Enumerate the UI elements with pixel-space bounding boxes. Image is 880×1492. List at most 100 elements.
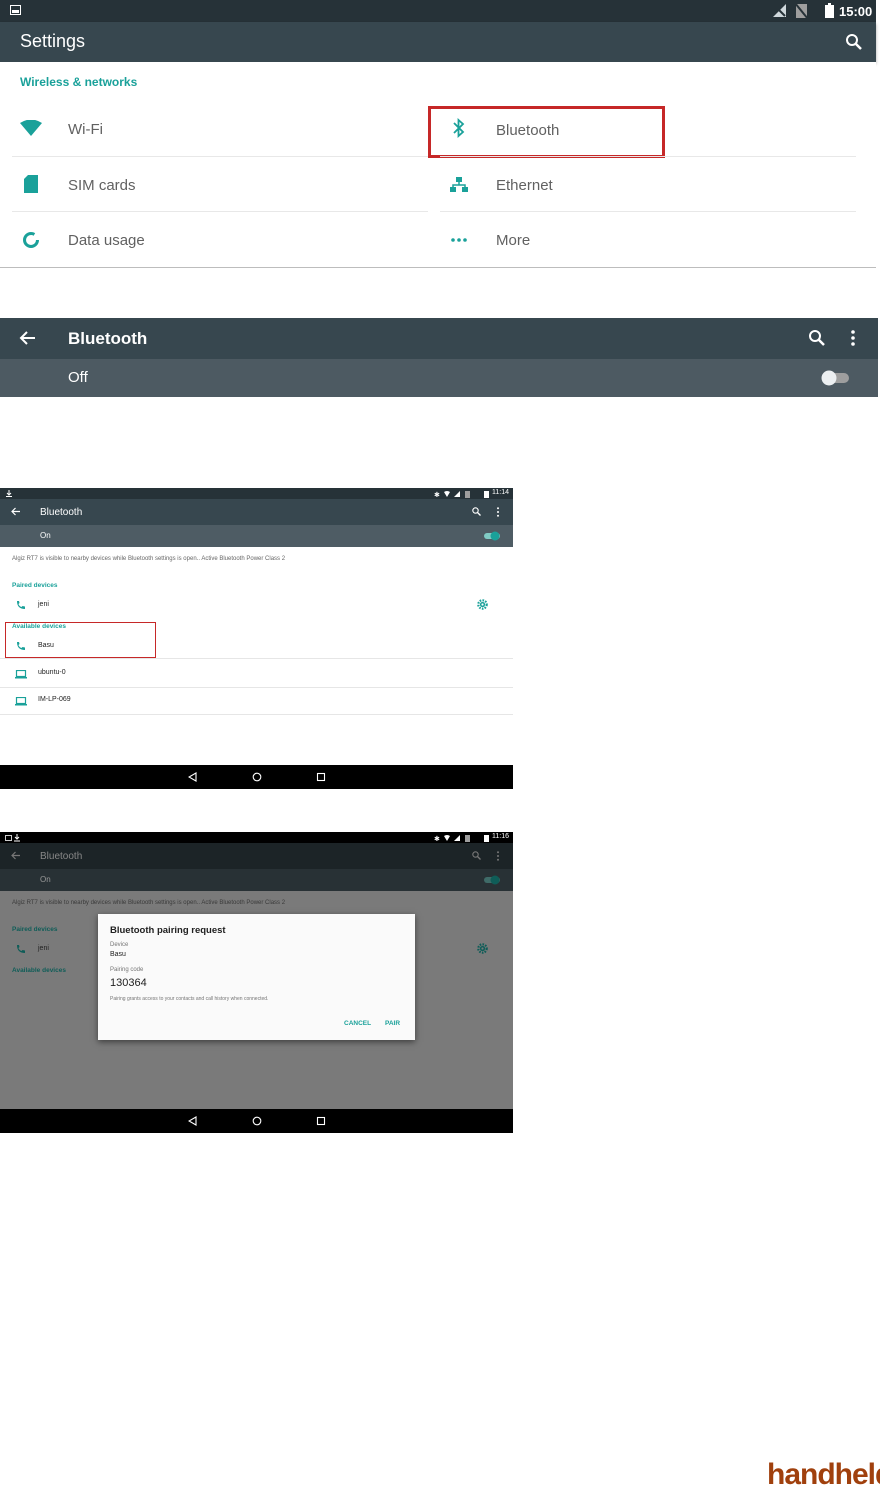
battery-icon: [825, 3, 834, 18]
status-time: 15:00: [839, 4, 873, 19]
page-title: Bluetooth: [40, 851, 83, 862]
gear-icon: [477, 943, 488, 954]
data-usage-icon: [23, 232, 39, 248]
overflow-menu-icon[interactable]: [850, 330, 856, 346]
phone-icon: [17, 945, 25, 953]
tile-ethernet[interactable]: Ethernet: [440, 160, 856, 212]
divider: [440, 156, 856, 157]
divider: [0, 267, 876, 268]
visibility-text: Algiz RT7 is visible to nearby devices w…: [12, 900, 286, 906]
device-name: jeni: [38, 945, 49, 952]
available-device-row[interactable]: ubuntu-0: [0, 662, 513, 686]
divider: [12, 156, 428, 157]
divider: [440, 211, 856, 212]
ethernet-icon: [450, 177, 468, 192]
pairing-note: Pairing grants access to your contacts a…: [110, 996, 269, 1002]
dialog-title: Bluetooth pairing request: [110, 925, 226, 936]
screenshot-notification-icon: [10, 5, 21, 15]
device-name: IM-LP-069: [38, 696, 71, 703]
overflow-menu-icon[interactable]: [496, 507, 500, 517]
laptop-icon: [15, 697, 27, 706]
recents-nav-icon[interactable]: [316, 772, 326, 782]
available-devices-header: Available devices: [12, 967, 66, 974]
highlight-box: [428, 106, 665, 158]
home-nav-icon[interactable]: [252, 1116, 262, 1126]
toggle-label: Off: [68, 369, 88, 386]
notification-icons: [5, 834, 20, 842]
tile-sim-cards[interactable]: SIM cards: [12, 160, 428, 212]
phone-icon: [17, 601, 25, 609]
bluetooth-app-bar: Bluetooth: [0, 843, 513, 869]
paired-devices-header: Paired devices: [12, 582, 58, 589]
gear-icon[interactable]: [477, 599, 488, 610]
bluetooth-toggle-row[interactable]: On: [0, 525, 513, 547]
wifi-icon: [20, 120, 42, 136]
no-sim-icon: [795, 3, 809, 19]
back-arrow-icon[interactable]: [19, 330, 36, 346]
recents-nav-icon[interactable]: [316, 1116, 326, 1126]
device-screenshot-2: ✱ 11:16 Bluetooth On Algiz RT7 is visibl…: [0, 832, 513, 1133]
status-bar: 15:00: [0, 0, 876, 22]
cancel-button[interactable]: CANCEL: [344, 1020, 371, 1027]
battery-icon: [484, 835, 489, 842]
highlight-box: [5, 622, 156, 658]
paired-device-row[interactable]: jeni: [0, 593, 513, 617]
status-icons: ✱: [434, 491, 470, 498]
divider: [0, 687, 513, 688]
device-screenshot-1: ✱ 11:14 Bluetooth On Algiz RT7 is visibl…: [0, 488, 513, 789]
bluetooth-app-bar: Bluetooth: [0, 499, 513, 525]
tile-wifi[interactable]: Wi-Fi: [12, 104, 428, 156]
back-nav-icon[interactable]: [188, 1116, 197, 1126]
tile-data-usage[interactable]: Data usage: [12, 215, 428, 267]
settings-app-bar: [0, 22, 876, 62]
tile-more[interactable]: More: [440, 215, 856, 267]
pairing-code: 130364: [110, 977, 147, 989]
search-icon[interactable]: [845, 33, 863, 51]
toggle-label: On: [40, 875, 51, 884]
back-arrow-icon: [11, 851, 20, 860]
status-time: 11:16: [492, 833, 509, 840]
navigation-bar: [0, 1109, 513, 1133]
svg-text:✱: ✱: [434, 491, 440, 498]
paired-devices-header: Paired devices: [12, 926, 58, 933]
device-label: Device: [110, 942, 129, 948]
status-bar: ✱ 11:16: [0, 832, 513, 843]
tile-label-more: More: [496, 232, 531, 249]
device-value: Basu: [110, 951, 126, 958]
search-icon: [472, 851, 481, 860]
pair-button[interactable]: PAIR: [385, 1020, 400, 1027]
available-device-row[interactable]: IM-LP-069: [0, 689, 513, 713]
svg-text:✱: ✱: [434, 835, 440, 842]
sim-card-icon: [24, 175, 38, 193]
page-title: Bluetooth: [68, 329, 148, 348]
page-title: Bluetooth: [40, 507, 83, 518]
pairing-code-label: Pairing code: [110, 967, 144, 973]
divider: [12, 211, 428, 212]
tile-label-wifi: Wi-Fi: [68, 121, 103, 138]
search-icon[interactable]: [808, 329, 826, 347]
overflow-menu-icon: [497, 851, 499, 861]
navigation-bar: [0, 765, 513, 789]
bluetooth-toggle-row: On: [0, 869, 513, 891]
home-nav-icon[interactable]: [252, 772, 262, 782]
page-title: Settings: [20, 31, 86, 51]
bluetooth-toggle-row[interactable]: [0, 359, 878, 397]
bluetooth-switch[interactable]: [482, 530, 502, 542]
search-icon[interactable]: [472, 507, 481, 516]
bluetooth-switch[interactable]: [820, 369, 852, 387]
toggle-label: On: [40, 531, 51, 540]
more-dots-icon: [451, 238, 467, 242]
status-bar: ✱ 11:14: [0, 488, 513, 499]
status-icons: ✱: [434, 835, 470, 842]
no-signal-icon: [773, 4, 786, 17]
divider: [0, 658, 513, 659]
battery-icon: [484, 491, 489, 498]
back-arrow-icon[interactable]: [11, 507, 21, 516]
download-notification-icon: [6, 490, 12, 497]
bluetooth-switch: [484, 875, 500, 885]
tile-label-data-usage: Data usage: [68, 232, 145, 249]
back-nav-icon[interactable]: [188, 772, 197, 782]
divider: [0, 714, 513, 715]
laptop-icon: [15, 670, 27, 679]
tile-label-sim: SIM cards: [68, 177, 136, 194]
